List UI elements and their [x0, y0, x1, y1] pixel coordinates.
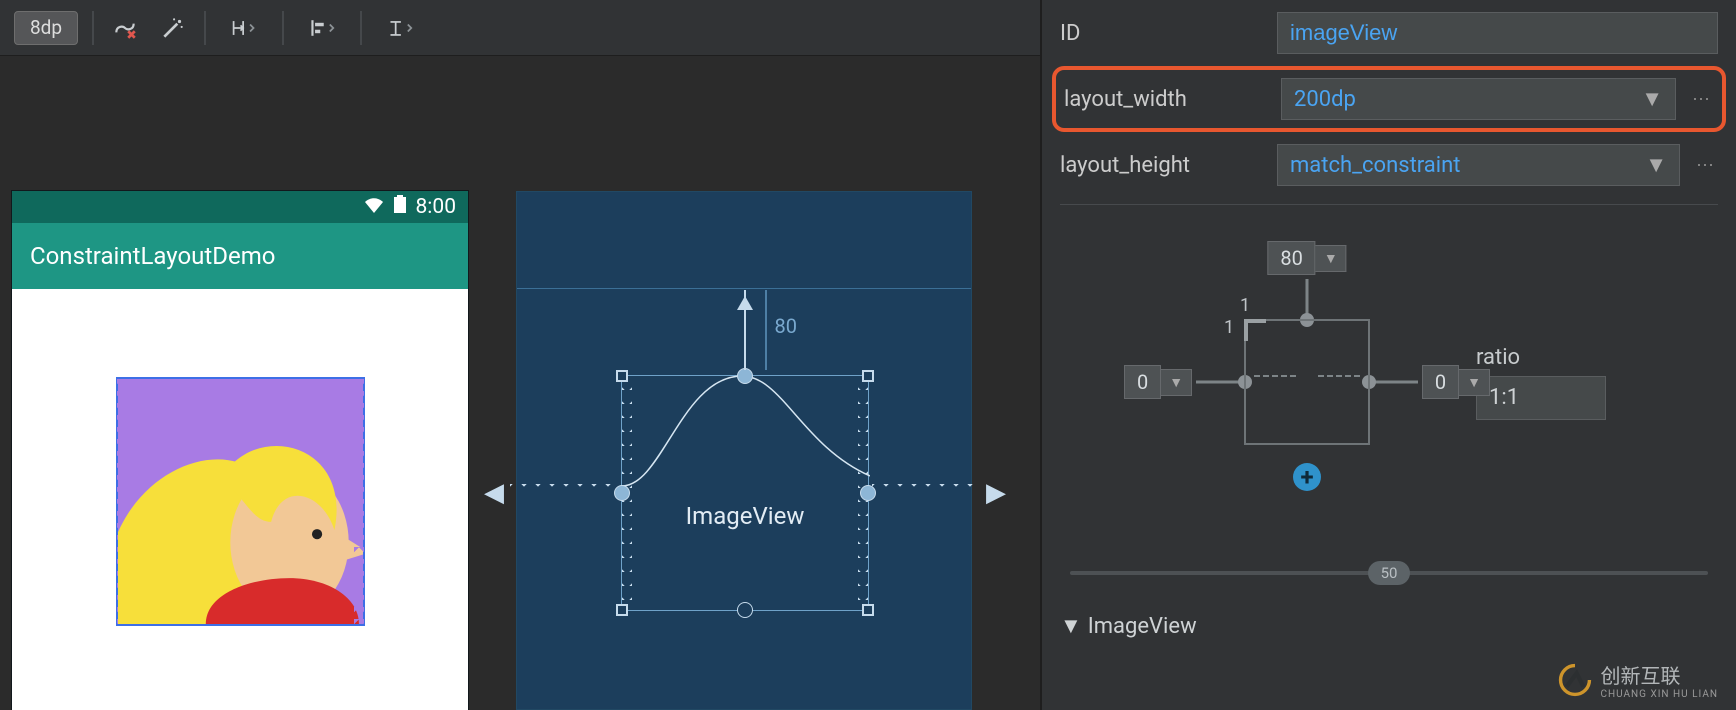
resize-handle-bl[interactable]	[616, 604, 628, 616]
preview-content	[12, 289, 468, 710]
cw-line-left	[1196, 381, 1244, 384]
imageview-section-header[interactable]: ▼ImageView	[1060, 613, 1718, 639]
watermark-logo-icon	[1558, 663, 1592, 697]
slider-thumb[interactable]: 50	[1368, 561, 1410, 585]
watermark-sub: CHUANG XIN HU LIAN	[1600, 689, 1718, 700]
margin-top-value: 80	[1267, 241, 1315, 275]
aspect-indicator-b: 1	[1224, 317, 1234, 338]
preview-imageview[interactable]	[118, 379, 363, 624]
ratio-box: ratio 1:1	[1476, 345, 1606, 420]
id-field[interactable]	[1277, 12, 1718, 54]
layout-height-value: match_constraint	[1290, 153, 1460, 178]
battery-icon	[394, 195, 406, 219]
app-title: ConstraintLayoutDemo	[30, 242, 275, 270]
infer-constraints-button[interactable]	[156, 11, 190, 45]
margin-left-value: 0	[1124, 365, 1161, 399]
magic-wand-icon	[160, 15, 186, 41]
blueprint-layout-bounds: ImageView 80 ◀ ▶	[517, 288, 971, 709]
align-icon	[309, 15, 335, 41]
chevron-down-icon: ▼	[1161, 369, 1192, 396]
right-arrow-icon: ▶	[986, 478, 1006, 508]
expand-triangle-icon: ▼	[1060, 614, 1082, 639]
blueprint-content-curve-icon	[622, 366, 870, 506]
constraint-widget[interactable]: 80 ▼ 0 ▼ 0 ▼ 1 1 +	[1172, 247, 1442, 517]
resize-handle-br[interactable]	[862, 604, 874, 616]
pack-button[interactable]	[220, 11, 268, 45]
cw-line-right	[1370, 381, 1418, 384]
ratio-field[interactable]: 1:1	[1476, 376, 1606, 420]
status-time: 8:00	[416, 195, 457, 219]
blueprint-view-label: ImageView	[686, 502, 805, 530]
plus-icon: +	[1300, 463, 1313, 491]
guideline-icon	[387, 15, 413, 41]
toolbar-separator	[92, 11, 94, 45]
status-bar: 8:00	[12, 191, 468, 223]
toolbar-separator	[360, 11, 362, 45]
ratio-toggle-corner[interactable]	[1244, 319, 1266, 341]
blueprint-view[interactable]: ImageView 80 ◀ ▶	[516, 191, 972, 710]
layout-height-label: layout_height	[1060, 153, 1265, 178]
left-constraint-spring	[510, 484, 618, 502]
cw-spring-right	[1318, 375, 1360, 389]
design-canvas: 8:00 ConstraintLayoutDemo	[0, 56, 1040, 710]
ratio-label: ratio	[1476, 345, 1606, 370]
horizontal-bias-slider[interactable]: 50	[1060, 557, 1718, 587]
app-bar: ConstraintLayoutDemo	[12, 223, 468, 289]
device-preview[interactable]: 8:00 ConstraintLayoutDemo	[12, 191, 468, 710]
resize-handle-tl[interactable]	[616, 370, 628, 382]
attributes-panel: ID layout_width 200dp ▼ ⋯ layout_height …	[1040, 0, 1736, 710]
section-title: ImageView	[1088, 614, 1197, 639]
clear-constraints-icon	[112, 15, 138, 41]
top-margin-indicator-line	[765, 290, 767, 370]
top-constraint-arrow	[744, 290, 746, 370]
top-margin-value: 80	[775, 314, 797, 338]
layout-width-combo[interactable]: 200dp ▼	[1281, 78, 1676, 120]
avatar-illustration-icon	[118, 379, 363, 624]
layout-width-value: 200dp	[1294, 87, 1356, 112]
pack-icon	[231, 15, 257, 41]
layout-height-combo[interactable]: match_constraint ▼	[1277, 144, 1680, 186]
watermark: 创新互联 CHUANG XIN HU LIAN	[1558, 660, 1718, 700]
more-icon[interactable]: ⋯	[1688, 89, 1714, 110]
margin-top-chip[interactable]: 80 ▼	[1267, 241, 1346, 275]
more-icon[interactable]: ⋯	[1692, 155, 1718, 176]
panel-divider	[1060, 204, 1718, 205]
guidelines-button[interactable]	[376, 11, 424, 45]
chevron-down-icon: ▼	[1459, 369, 1490, 396]
align-button[interactable]	[298, 11, 346, 45]
id-label: ID	[1060, 21, 1265, 46]
chevron-down-icon: ▼	[1645, 152, 1667, 178]
clear-constraints-button[interactable]	[108, 11, 142, 45]
margin-left-chip[interactable]: 0 ▼	[1124, 365, 1192, 399]
toolbar-separator	[282, 11, 284, 45]
layout-width-label: layout_width	[1064, 87, 1269, 112]
right-constraint-spring	[872, 484, 980, 502]
cw-spring-left	[1254, 375, 1296, 389]
wifi-icon	[364, 195, 384, 219]
toolbar-separator	[204, 11, 206, 45]
watermark-brand: 创新互联	[1600, 664, 1680, 688]
chevron-down-icon: ▼	[1641, 86, 1663, 112]
constraint-widget-row: 80 ▼ 0 ▼ 0 ▼ 1 1 +	[1060, 247, 1718, 517]
margin-right-value: 0	[1422, 365, 1459, 399]
resize-handle-tr[interactable]	[862, 370, 874, 382]
layout-width-row: layout_width 200dp ▼ ⋯	[1052, 66, 1726, 132]
left-arrow-icon: ◀	[484, 478, 504, 508]
chevron-down-icon: ▼	[1316, 245, 1347, 272]
id-row: ID	[1060, 12, 1718, 54]
constraint-anchor-top[interactable]	[737, 368, 753, 384]
constraint-anchor-bottom[interactable]	[737, 602, 753, 618]
aspect-indicator-a: 1	[1240, 295, 1250, 316]
blueprint-imageview[interactable]: ImageView 80 ◀ ▶	[621, 375, 869, 611]
margin-right-chip[interactable]: 0 ▼	[1422, 365, 1490, 399]
default-margin-field[interactable]: 8dp	[14, 11, 78, 45]
add-bottom-constraint-btn[interactable]: +	[1293, 463, 1321, 491]
layout-height-row: layout_height match_constraint ▼ ⋯	[1060, 144, 1718, 186]
